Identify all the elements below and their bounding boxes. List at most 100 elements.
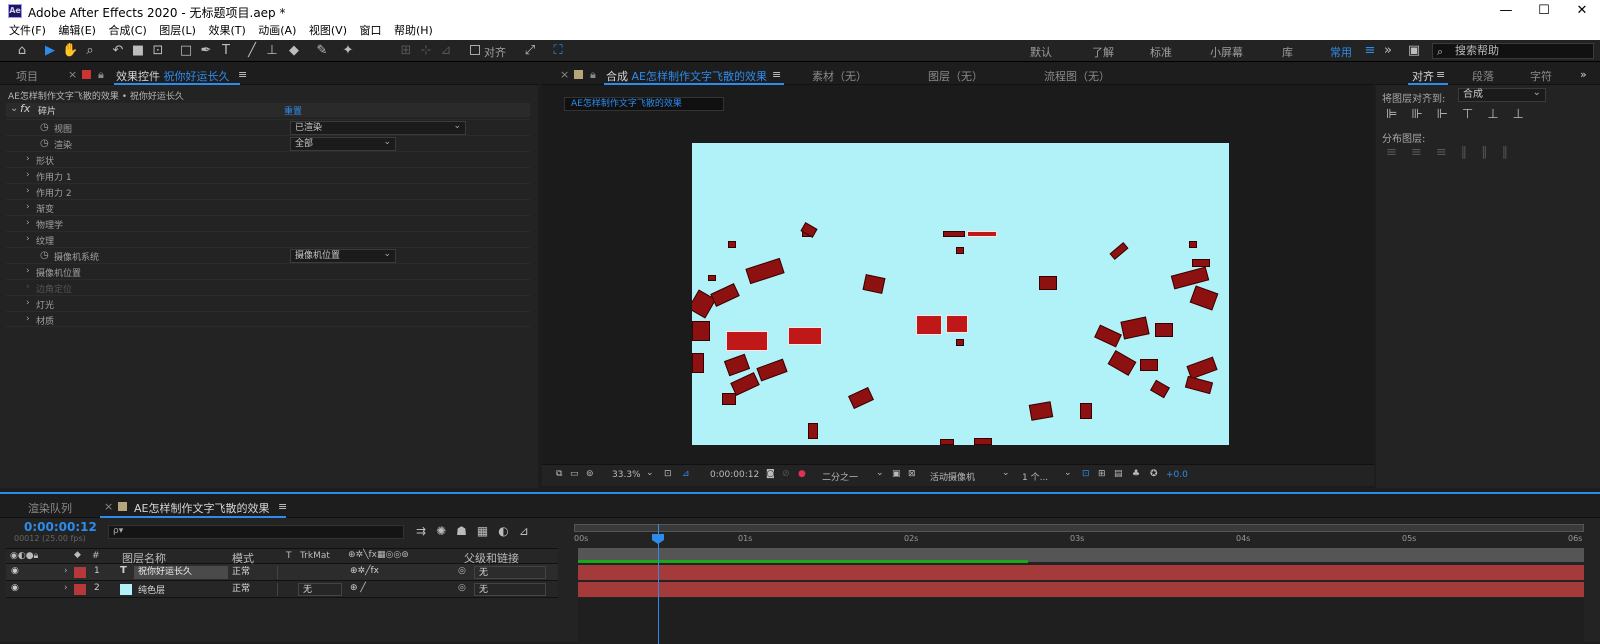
distribute-left-icon[interactable]: ∥: [1461, 145, 1482, 160]
expand-arrow-icon[interactable]: ⌄: [10, 103, 18, 114]
resolution-dropdown[interactable]: 二分之一: [822, 470, 858, 483]
view-axis-icon[interactable]: ⊿: [438, 43, 454, 59]
workspace-learn[interactable]: 了解: [1092, 44, 1114, 60]
layer-label-color[interactable]: [74, 584, 86, 595]
close-tab-icon[interactable]: ×: [560, 68, 569, 81]
pan-behind-tool-icon[interactable]: ⊡: [150, 43, 166, 59]
tab-timeline-comp[interactable]: AE怎样制作文字飞散的效果: [134, 500, 269, 516]
prop-row-force2[interactable]: › 作用力 2: [6, 183, 530, 199]
menu-help[interactable]: 帮助(H): [394, 22, 433, 40]
menu-effect[interactable]: 效果(T): [208, 22, 245, 40]
align-right-icon[interactable]: ⊩: [1437, 107, 1462, 122]
parent-dropdown[interactable]: 无: [474, 566, 546, 579]
distribute-vcenter-icon[interactable]: ≡: [1411, 145, 1436, 160]
menu-composition[interactable]: 合成(C): [108, 22, 146, 40]
roto-brush-tool-icon[interactable]: ✎: [314, 43, 330, 59]
menu-layer[interactable]: 图层(L): [159, 22, 196, 40]
align-vertical-center-icon[interactable]: ⊥: [1487, 107, 1512, 122]
layer-row[interactable]: ◉ › 1 T 祝你好运长久 正常 ⊕✲╱fx ◎ 无: [6, 564, 558, 581]
workspace-libraries[interactable]: 库: [1282, 44, 1293, 60]
sync-settings-icon[interactable]: ▣: [1406, 43, 1422, 59]
type-tool-icon[interactable]: T: [218, 43, 234, 59]
stopwatch-icon[interactable]: ◷: [40, 122, 49, 133]
mask-visibility-icon[interactable]: ⊚: [586, 469, 594, 479]
comp-navigator-button[interactable]: AE怎样制作文字飞散的效果: [564, 97, 724, 111]
minimize-button[interactable]: —: [1486, 2, 1526, 20]
menu-file[interactable]: 文件(F): [9, 22, 46, 40]
frame-blending-icon[interactable]: ▦: [477, 524, 498, 538]
align-checkbox[interactable]: [470, 45, 480, 55]
transparency-grid-icon[interactable]: ⊠: [908, 469, 916, 479]
more-tabs-icon[interactable]: »: [1580, 68, 1587, 81]
fit-icon[interactable]: ⊡: [664, 469, 672, 479]
fx-icon[interactable]: fx: [20, 102, 30, 115]
hand-tool-icon[interactable]: ✋: [62, 43, 78, 59]
tab-footage[interactable]: 素材（无）: [812, 68, 867, 84]
work-area-bar[interactable]: [574, 524, 1584, 532]
graph-editor-icon[interactable]: ⊿: [519, 524, 539, 538]
layer-label-color[interactable]: [74, 567, 86, 578]
show-snapshot-icon[interactable]: ⊘: [782, 469, 790, 479]
workspace-default[interactable]: 默认: [1030, 44, 1052, 60]
tab-effect-controls[interactable]: 效果控件 祝你好运长久: [116, 68, 230, 84]
close-tab-icon[interactable]: ×: [104, 500, 113, 513]
close-window-button[interactable]: ✕: [1562, 2, 1600, 20]
align-horizontal-center-icon[interactable]: ⊪: [1411, 107, 1436, 122]
brush-tool-icon[interactable]: ╱: [244, 43, 260, 59]
align-top-icon[interactable]: ⊤: [1462, 107, 1487, 122]
layer-switches[interactable]: ⊕✲╱fx: [350, 566, 379, 576]
menu-window[interactable]: 窗口: [359, 22, 381, 40]
more-workspaces-icon[interactable]: »: [1380, 43, 1396, 59]
layer-name[interactable]: 祝你好运长久: [134, 566, 228, 579]
workspace-active[interactable]: 常用: [1330, 44, 1352, 60]
visibility-eye-icon[interactable]: ◉: [11, 583, 19, 593]
tab-align[interactable]: 对齐: [1412, 68, 1434, 84]
puppet-tool-icon[interactable]: ✦: [340, 43, 356, 59]
distribute-right-icon[interactable]: ∥: [1502, 145, 1523, 160]
tab-layer[interactable]: 图层（无）: [928, 68, 983, 84]
eraser-tool-icon[interactable]: ◆: [286, 43, 302, 59]
time-ruler[interactable]: 00s 01s 02s 03s 04s 05s 06s: [574, 532, 1584, 548]
toggle-pixel-aspect-icon[interactable]: ⊡: [1082, 469, 1090, 479]
prop-row-lighting[interactable]: › 灯光: [6, 295, 530, 311]
trkmat-dropdown[interactable]: 无: [298, 583, 342, 596]
prop-row-gradient[interactable]: › 渐变: [6, 199, 530, 215]
timeline-current-time[interactable]: 0:00:00:12: [24, 520, 97, 534]
fast-previews-icon[interactable]: ⊞: [1098, 469, 1106, 479]
world-axis-icon[interactable]: ⊹: [418, 43, 434, 59]
always-preview-icon[interactable]: ⧉: [556, 469, 562, 479]
blend-mode-dropdown[interactable]: 正常: [232, 566, 278, 579]
shy-layers-icon[interactable]: ☗: [456, 524, 477, 538]
current-time-display[interactable]: 0:00:00:12: [710, 470, 759, 480]
camera-tool-icon[interactable]: ■: [130, 43, 146, 59]
composition-canvas[interactable]: [692, 143, 1229, 445]
visibility-eye-icon[interactable]: ◉: [11, 566, 19, 576]
distribute-top-icon[interactable]: ≡: [1386, 145, 1411, 160]
tab-composition[interactable]: 合成 AE怎样制作文字飞散的效果: [606, 68, 767, 84]
maximize-button[interactable]: ☐: [1524, 2, 1564, 20]
lock-icon[interactable]: 🔒︎: [590, 68, 596, 82]
pen-tool-icon[interactable]: ✒: [198, 43, 214, 59]
local-axis-icon[interactable]: ⊞: [398, 43, 414, 59]
align-to-dropdown[interactable]: 合成: [1458, 87, 1546, 102]
prop-row-force1[interactable]: › 作用力 1: [6, 167, 530, 183]
menu-animation[interactable]: 动画(A): [258, 22, 296, 40]
label-column-icon[interactable]: ◆: [74, 550, 81, 560]
parent-pickwhip-icon[interactable]: ◎: [458, 583, 466, 593]
snap-options-icon[interactable]: ⛶: [550, 43, 566, 59]
snap-icon[interactable]: ⤢: [522, 43, 538, 59]
snapshot-icon[interactable]: ◙: [766, 469, 775, 479]
panel-menu-icon[interactable]: ≡: [772, 68, 781, 81]
tab-flowchart[interactable]: 流程图（无）: [1044, 68, 1110, 84]
monitor-icon[interactable]: ▭: [570, 469, 579, 479]
distribute-bottom-icon[interactable]: ≡: [1436, 145, 1461, 160]
align-left-icon[interactable]: ⊫: [1386, 107, 1411, 122]
tab-render-queue[interactable]: 渲染队列: [28, 500, 72, 516]
zoom-tool-icon[interactable]: ⌕: [82, 43, 98, 59]
clone-stamp-tool-icon[interactable]: ⊥: [264, 43, 280, 59]
prop-row-physics[interactable]: › 物理学: [6, 215, 530, 231]
flowchart-icon[interactable]: ♣: [1132, 469, 1140, 479]
close-tab-icon[interactable]: ×: [68, 68, 77, 81]
reset-link[interactable]: 重置: [284, 104, 302, 117]
workspace-menu-icon[interactable]: ≡: [1362, 43, 1378, 59]
